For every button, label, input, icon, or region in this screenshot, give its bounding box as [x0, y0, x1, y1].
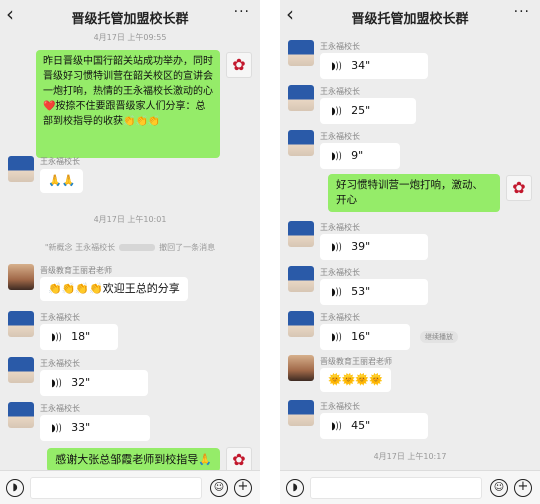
input-toolbar: ◗ ☺ +: [0, 470, 260, 504]
voice-wave-icon: ◗)): [331, 421, 342, 432]
avatar[interactable]: [288, 40, 314, 66]
message-feed[interactable]: 4月17日 上午09:55 ✿ 昨日晋级中国行韶关站成功举办，同时晋级好习惯特训…: [0, 32, 260, 473]
avatar[interactable]: [8, 264, 34, 290]
recall-notice: "新概念 王永福校长 撤回了一条消息: [0, 242, 260, 253]
voice-duration: 18": [71, 330, 91, 343]
message-bubble-received[interactable]: 🙏🙏: [40, 169, 84, 193]
message-bubble-sent[interactable]: 感谢大张总邹霞老师到校指导🙏: [47, 448, 220, 472]
emoji-icon[interactable]: ☺: [210, 479, 228, 497]
input-toolbar: ◗ ☺ +: [280, 470, 540, 504]
chat-screen-right: ‹ 晋级托管加盟校长群 ··· 王永福校长 ◗)) 34" 王永福校长 ◗)) 25…: [280, 0, 540, 504]
chat-screen-left: ‹ 晋级托管加盟校长群 ··· 4月17日 上午09:55 ✿ 昨日晋级中国行韶…: [0, 0, 260, 504]
message-bubble-received[interactable]: 🌞🌞🌞🌞: [320, 368, 391, 392]
voice-duration: 34": [351, 59, 371, 72]
sender-name: 王永福校长: [320, 402, 360, 411]
avatar[interactable]: [288, 311, 314, 337]
message-input[interactable]: [30, 477, 202, 499]
avatar[interactable]: [8, 357, 34, 383]
avatar[interactable]: [288, 221, 314, 247]
voice-message[interactable]: ◗)) 33": [40, 415, 150, 441]
sender-name: 王永福校长: [320, 132, 360, 141]
voice-duration: 33": [71, 421, 91, 434]
recall-prefix: "新概念 王永福校长: [44, 243, 116, 252]
chat-header: ‹ 晋级托管加盟校长群 ···: [0, 0, 260, 32]
emoji-icon[interactable]: ☺: [490, 479, 508, 497]
redacted-name: [119, 244, 156, 251]
avatar[interactable]: [288, 85, 314, 111]
rose-avatar-icon[interactable]: ✿: [506, 175, 532, 201]
voice-message[interactable]: ◗)) 16": [320, 324, 410, 350]
voice-duration: 25": [351, 104, 371, 117]
sender-name: 王永福校长: [320, 87, 360, 96]
timestamp: 4月17日 上午10:01: [93, 215, 167, 224]
voice-duration: 32": [71, 376, 91, 389]
message-input[interactable]: [310, 477, 482, 499]
avatar[interactable]: [8, 402, 34, 428]
voice-wave-icon: ◗)): [51, 423, 62, 434]
voice-wave-icon: ◗)): [331, 151, 342, 162]
chat-header: ‹ 晋级托管加盟校长群 ···: [280, 0, 540, 32]
voice-message[interactable]: ◗)) 18": [40, 324, 118, 350]
voice-mode-icon[interactable]: ◗: [286, 479, 304, 497]
voice-message[interactable]: ◗)) 39": [320, 234, 428, 260]
voice-wave-icon: ◗)): [51, 378, 62, 389]
plus-icon[interactable]: +: [234, 479, 252, 497]
voice-duration: 16": [351, 330, 371, 343]
sender-name: 王永福校长: [40, 359, 80, 368]
avatar[interactable]: [288, 266, 314, 292]
timestamp: 4月17日 上午10:17: [373, 452, 447, 461]
chat-title: 晋级托管加盟校长群: [351, 12, 469, 27]
voice-wave-icon: ◗)): [331, 332, 342, 343]
sender-name: 王永福校长: [40, 157, 80, 166]
voice-wave-icon: ◗)): [51, 332, 62, 343]
message-bubble-sent[interactable]: 昨日晋级中国行韶关站成功举办，同时晋级好习惯特训营在韶关校区的宣讲会一炮打响，热…: [36, 50, 220, 158]
voice-message[interactable]: ◗)) 53": [320, 279, 428, 305]
sender-name: 王永福校长: [320, 268, 360, 277]
voice-duration: 45": [351, 419, 371, 432]
voice-duration: 53": [351, 285, 371, 298]
plus-icon[interactable]: +: [514, 479, 532, 497]
sender-name: 王永福校长: [40, 404, 80, 413]
voice-message[interactable]: ◗)) 9": [320, 143, 400, 169]
voice-duration: 9": [351, 149, 364, 162]
avatar[interactable]: [288, 130, 314, 156]
timestamp: 4月17日 上午09:55: [93, 33, 167, 42]
avatar[interactable]: [288, 355, 314, 381]
voice-message[interactable]: ◗)) 45": [320, 413, 428, 439]
more-dots-icon[interactable]: ···: [514, 4, 530, 20]
voice-wave-icon: ◗)): [331, 287, 342, 298]
more-dots-icon[interactable]: ···: [234, 4, 250, 20]
voice-wave-icon: ◗)): [331, 242, 342, 253]
voice-message[interactable]: ◗)) 32": [40, 370, 148, 396]
avatar[interactable]: [8, 156, 34, 182]
voice-duration: 39": [351, 240, 371, 253]
recall-suffix: 撤回了一条消息: [159, 243, 216, 252]
message-bubble-received[interactable]: 👏👏👏👏欢迎王总的分享: [40, 277, 188, 301]
avatar[interactable]: [288, 400, 314, 426]
sender-name: 王永福校长: [320, 223, 360, 232]
sender-name: 晋级教育王丽君老师: [40, 266, 112, 275]
voice-wave-icon: ◗)): [331, 106, 342, 117]
message-bubble-sent[interactable]: 好习惯特训营一炮打响，激动、开心: [328, 174, 500, 212]
message-feed[interactable]: 王永福校长 ◗)) 34" 王永福校长 ◗)) 25" 王永福校长 ◗)) 9" ✿ …: [280, 32, 540, 470]
sender-name: 王永福校长: [40, 313, 80, 322]
sender-name: 晋级教育王丽君老师: [320, 357, 392, 366]
voice-mode-icon[interactable]: ◗: [6, 479, 24, 497]
voice-wave-icon: ◗)): [331, 61, 342, 72]
avatar[interactable]: [8, 311, 34, 337]
voice-message[interactable]: ◗)) 25": [320, 98, 416, 124]
sender-name: 王永福校长: [320, 313, 360, 322]
sender-name: 王永福校长: [320, 42, 360, 51]
rose-avatar-icon[interactable]: ✿: [226, 52, 252, 78]
continue-play-tag[interactable]: 继续播放: [420, 331, 458, 343]
voice-message[interactable]: ◗)) 34": [320, 53, 428, 79]
chat-title: 晋级托管加盟校长群: [71, 12, 189, 27]
